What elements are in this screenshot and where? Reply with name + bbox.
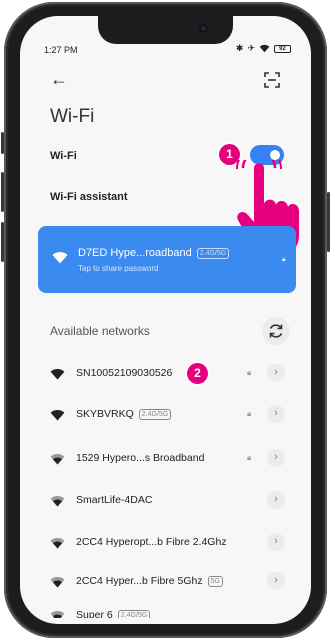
network-ssid: SN10052109030526 <box>76 367 173 379</box>
lock-icon: 🔒︎ <box>247 368 252 377</box>
connected-band-tag: 2.4G/5G <box>196 248 230 259</box>
scan-icon[interactable] <box>264 72 280 88</box>
wifi-status-icon <box>259 44 270 53</box>
wifi-signal-icon <box>52 252 68 264</box>
band-tag: 2.4G/5G <box>117 610 151 618</box>
step-2-badge: 2 <box>187 363 208 384</box>
chevron-right-icon[interactable]: › <box>267 533 285 551</box>
network-row[interactable]: Super 6 2.4G/5G <box>0 598 331 618</box>
refresh-button[interactable] <box>262 317 290 345</box>
network-ssid: 2CC4 Hyperopt...b Fibre 2.4Ghz <box>76 536 227 548</box>
back-arrow-icon[interactable]: ← <box>50 70 68 88</box>
network-name: 2CC4 Hyper...b Fibre 5Ghz 5G <box>76 575 223 587</box>
network-ssid: SKYBVRKQ <box>76 408 134 420</box>
front-camera <box>199 24 208 33</box>
connected-network-ssid: D7ED Hype...roadband <box>78 247 192 259</box>
wifi-assistant-label[interactable]: Wi-Fi assistant <box>50 191 128 203</box>
network-row[interactable]: SN10052109030526 2 🔒︎ › <box>0 356 331 396</box>
wifi-signal-icon <box>50 576 65 588</box>
connected-network-name: D7ED Hype...roadband 2.4G/5G <box>78 247 230 259</box>
power-button <box>327 192 330 252</box>
network-ssid: Super 6 <box>76 609 113 618</box>
chevron-right-icon[interactable]: › <box>267 572 285 590</box>
silent-switch <box>1 132 4 154</box>
network-name: Super 6 2.4G/5G <box>76 609 151 618</box>
network-name: SKYBVRKQ 2.4G/5G <box>76 408 172 420</box>
bluetooth-icon: ✱ <box>235 43 244 53</box>
available-networks-title: Available networks <box>50 324 150 338</box>
wifi-signal-icon <box>50 453 65 465</box>
band-tag: 2.4G/5G <box>138 409 172 420</box>
chevron-right-icon[interactable]: › <box>267 364 285 382</box>
network-name: SmartLife-4DAC <box>76 494 152 506</box>
chevron-right-icon[interactable]: › <box>267 449 285 467</box>
volume-up-button <box>1 172 4 212</box>
wifi-signal-icon <box>50 409 65 421</box>
status-icons: ✱ ✈ 92 <box>236 43 291 54</box>
network-name: SN10052109030526 <box>76 367 172 379</box>
volume-down-button <box>1 222 4 262</box>
network-ssid: SmartLife-4DAC <box>76 494 153 506</box>
network-row[interactable]: SmartLife-4DAC › <box>0 483 331 523</box>
network-row[interactable]: SKYBVRKQ 2.4G/5G 🔒︎ › <box>0 397 331 437</box>
battery-icon: 92 <box>274 44 291 53</box>
refresh-icon <box>269 324 283 338</box>
page-title: Wi-Fi <box>50 106 95 127</box>
lock-icon: 🔒︎ <box>282 256 286 263</box>
wifi-signal-icon <box>50 610 65 618</box>
network-name: 2CC4 Hyperopt...b Fibre 2.4Ghz <box>76 536 227 548</box>
wifi-signal-icon <box>50 495 65 507</box>
wifi-signal-icon <box>50 368 65 380</box>
notch <box>98 16 233 44</box>
lock-icon: 🔒︎ <box>247 409 252 418</box>
airplane-icon: ✈ <box>247 43 255 53</box>
chevron-right-icon[interactable]: › <box>267 405 285 423</box>
network-row[interactable]: 2CC4 Hyperopt...b Fibre 2.4Ghz › <box>0 525 331 565</box>
wifi-signal-icon <box>50 537 65 549</box>
network-ssid: 2CC4 Hyper...b Fibre 5Ghz <box>76 575 203 587</box>
status-time: 1:27 PM <box>44 45 78 55</box>
network-name: 1529 Hypero...s Broadband <box>76 452 204 464</box>
lock-icon: 🔒︎ <box>247 453 252 462</box>
connected-network-subtitle: Tap to share password <box>78 264 159 273</box>
toggle-knob <box>270 150 280 160</box>
chevron-right-icon[interactable]: › <box>267 491 285 509</box>
network-row[interactable]: 1529 Hypero...s Broadband 🔒︎ › <box>0 441 331 481</box>
connected-network-card[interactable]: D7ED Hype...roadband 2.4G/5G Tap to share… <box>38 226 296 293</box>
wifi-toggle-label: Wi-Fi <box>50 150 77 162</box>
network-ssid: 1529 Hypero...s Broadband <box>76 452 205 464</box>
band-tag: 5G <box>207 576 223 587</box>
